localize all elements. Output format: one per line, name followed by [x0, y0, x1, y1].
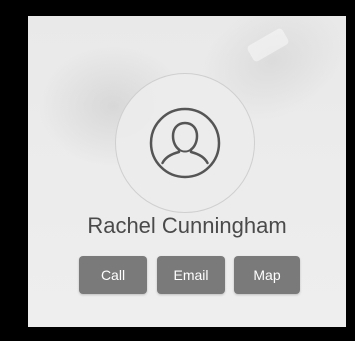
person-silhouette-icon	[149, 107, 221, 179]
call-button[interactable]: Call	[79, 256, 147, 294]
contact-card: Rachel Cunningham Call Email Map	[28, 16, 346, 327]
screen-frame: Rachel Cunningham Call Email Map	[0, 0, 355, 341]
contact-name: Rachel Cunningham	[87, 213, 287, 238]
map-button[interactable]: Map	[234, 256, 300, 294]
avatar[interactable]	[115, 73, 255, 213]
email-button[interactable]: Email	[157, 256, 225, 294]
